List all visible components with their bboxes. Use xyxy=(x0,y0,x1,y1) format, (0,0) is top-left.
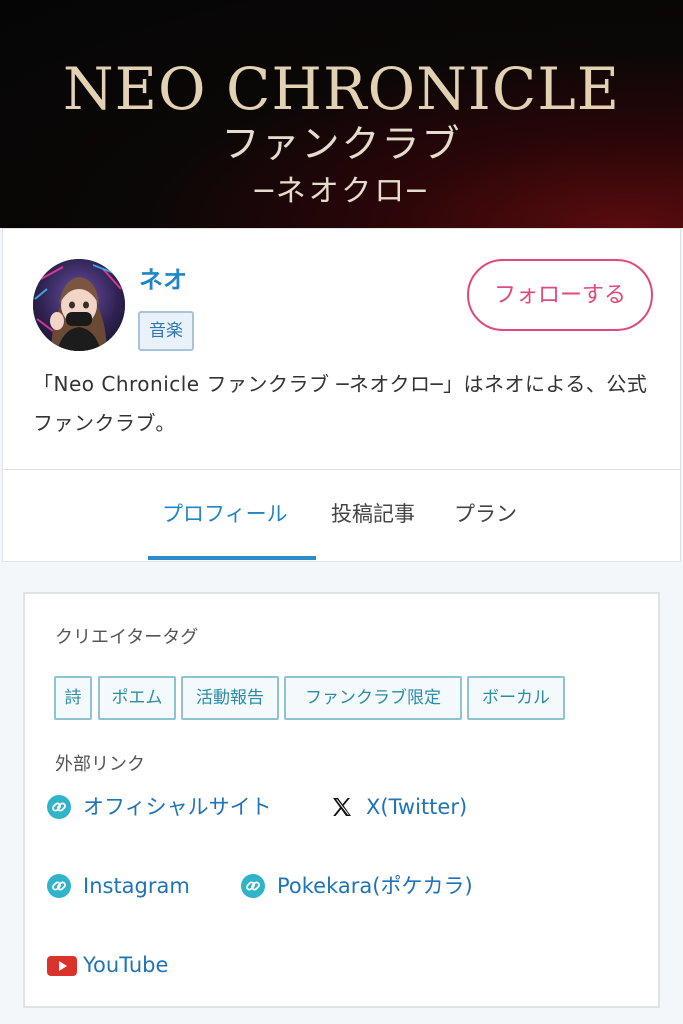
header-banner: NEO CHRONICLE ファンクラブ ─ネオクロ─ xyxy=(0,0,683,228)
creator-tag[interactable]: ポエム xyxy=(98,676,176,720)
avatar-illustration xyxy=(33,259,125,351)
creator-tags-heading: クリエイタータグ xyxy=(55,627,199,648)
external-link-label: Pokekara(ポケカラ) xyxy=(277,874,473,898)
link-icon xyxy=(241,874,265,898)
tab-posts[interactable]: 投稿記事 xyxy=(331,498,415,530)
creator-tag[interactable]: ボーカル xyxy=(467,676,565,720)
creator-description: 「Neo Chronicle ファンクラブ ─ネオクロ─」はネオによる、公式ファ… xyxy=(33,372,648,435)
external-link-pokekara[interactable]: Pokekara(ポケカラ) xyxy=(241,869,511,903)
external-links-heading: 外部リンク xyxy=(55,754,145,775)
creator-tag[interactable]: 活動報告 xyxy=(181,676,279,720)
banner-title: NEO CHRONICLE xyxy=(62,55,621,123)
external-link-x[interactable]: X(Twitter) xyxy=(330,790,500,824)
link-icon xyxy=(47,874,71,898)
external-link-label: X(Twitter) xyxy=(366,795,468,819)
youtube-icon xyxy=(47,956,77,976)
avatar[interactable] xyxy=(33,259,125,351)
external-link-label: オフィシャルサイト xyxy=(83,795,272,819)
tab-profile[interactable]: プロフィール xyxy=(162,498,288,530)
active-tab-indicator xyxy=(148,556,316,560)
external-link-youtube[interactable]: YouTube xyxy=(47,948,217,982)
creator-name[interactable]: ネオ xyxy=(139,265,187,295)
creator-profile-card: ネオ 音楽 フォローする 「Neo Chronicle ファンクラブ ─ネオクロ… xyxy=(2,228,681,470)
profile-info-card: クリエイタータグ 詩 ポエム 活動報告 ファンクラブ限定 ボーカル 外部リンク … xyxy=(23,592,660,1008)
link-icon xyxy=(47,795,71,819)
external-link-label: YouTube xyxy=(83,953,169,977)
profile-tabs: プロフィール 投稿記事 プラン xyxy=(2,470,681,562)
external-link-instagram[interactable]: Instagram xyxy=(47,869,227,903)
category-badge[interactable]: 音楽 xyxy=(138,311,194,351)
external-link-official-site[interactable]: オフィシャルサイト xyxy=(47,790,297,824)
creator-tag[interactable]: ファンクラブ限定 xyxy=(284,676,462,720)
banner-subtitle: ファンクラブ xyxy=(221,122,462,166)
follow-button[interactable]: フォローする xyxy=(467,259,653,331)
tab-plans[interactable]: プラン xyxy=(454,498,517,530)
x-icon xyxy=(333,798,351,816)
creator-tag[interactable]: 詩 xyxy=(54,676,92,720)
external-link-label: Instagram xyxy=(83,874,190,898)
banner-subtitle-secondary: ─ネオクロ─ xyxy=(254,174,429,209)
